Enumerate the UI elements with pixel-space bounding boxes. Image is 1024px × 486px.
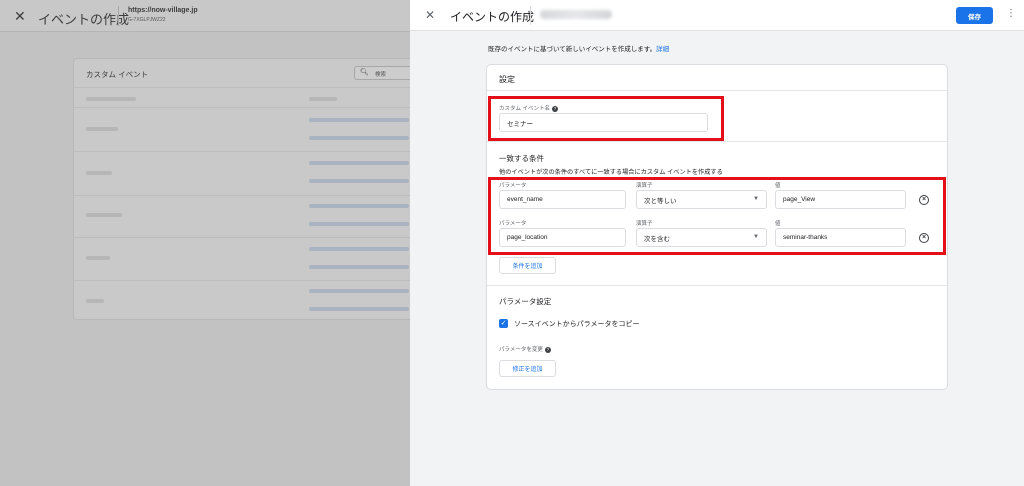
- close-icon[interactable]: ✕: [425, 8, 435, 22]
- placeholder-bar: [86, 299, 104, 303]
- panel-header: ✕ イベントの作成 保存 ⋮: [410, 0, 1024, 31]
- background-header: ✕ イベントの作成 https://now-village.jp G-7XGLP…: [0, 0, 410, 32]
- add-condition-button[interactable]: 条件を追加: [499, 257, 556, 274]
- placeholder-bar: [309, 97, 337, 101]
- header-separator: [530, 6, 531, 25]
- background-page-title: イベントの作成: [38, 12, 130, 27]
- close-icon: ✕: [14, 8, 26, 24]
- intro-text: 既存のイベントに基づいて新しいイベントを作成します。詳細: [488, 43, 669, 53]
- placeholder-link: [309, 247, 409, 251]
- save-button[interactable]: 保存: [956, 7, 993, 24]
- background-search-placeholder: 検索: [375, 72, 387, 78]
- divider: [74, 87, 412, 88]
- divider: [487, 90, 947, 91]
- placeholder-link: [309, 265, 409, 269]
- conditions-title: 一致する条件: [499, 154, 544, 163]
- blurred-property-name: [540, 10, 612, 19]
- header-separator: [118, 6, 119, 26]
- settings-title: 設定: [499, 75, 515, 84]
- highlight-conditions: [488, 177, 946, 255]
- placeholder-link: [309, 161, 409, 165]
- placeholder-bar: [86, 256, 110, 260]
- learn-more-link[interactable]: 詳細: [656, 46, 669, 53]
- divider: [74, 195, 412, 196]
- placeholder-link: [309, 118, 409, 122]
- settings-card: 設定 カスタム イベント名? セミナー 一致する条件 他のイベントが次の条件のす…: [486, 64, 948, 390]
- copy-parameters-checkbox[interactable]: ✓: [499, 319, 508, 328]
- create-event-panel: ✕ イベントの作成 保存 ⋮ 既存のイベントに基づいて新しいイベントを作成します…: [410, 0, 1024, 486]
- divider: [487, 285, 947, 286]
- divider: [74, 237, 412, 238]
- conditions-subtitle: 他のイベントが次の条件のすべてに一致する場合にカスタム イベントを作成する: [499, 169, 723, 176]
- background-card-title: カスタム イベント: [86, 70, 149, 79]
- placeholder-bar: [86, 213, 122, 217]
- placeholder-link: [309, 179, 409, 183]
- placeholder-bar: [86, 127, 118, 131]
- background-site-url: https://now-village.jp: [128, 7, 198, 14]
- background-stream-id: G-7XGLPJWZ22: [128, 17, 166, 23]
- background-custom-events-card: カスタム イベント 🔍︎ 検索: [73, 58, 424, 320]
- add-modification-button[interactable]: 修正を追加: [499, 360, 556, 377]
- panel-title: イベントの作成: [450, 10, 535, 24]
- intro-description: 既存のイベントに基づいて新しいイベントを作成します。: [488, 46, 657, 53]
- more-vert-icon[interactable]: ⋮: [1006, 9, 1016, 19]
- divider: [74, 151, 412, 152]
- divider: [74, 280, 412, 281]
- search-icon: 🔍︎: [360, 69, 369, 76]
- placeholder-bar: [86, 171, 112, 175]
- modify-parameters-label: パラメータを変更?: [499, 345, 551, 353]
- modify-parameters-label-text: パラメータを変更: [499, 347, 543, 353]
- parameter-settings-title: パラメータ設定: [499, 297, 552, 306]
- placeholder-link: [309, 289, 409, 293]
- placeholder-link: [309, 307, 409, 311]
- placeholder-link: [309, 136, 409, 140]
- copy-parameters-label: ソースイベントからパラメータをコピー: [514, 321, 640, 328]
- help-icon[interactable]: ?: [544, 346, 551, 353]
- divider: [487, 141, 947, 142]
- placeholder-link: [309, 204, 409, 208]
- highlight-event-name: [488, 96, 724, 141]
- divider: [74, 107, 412, 108]
- placeholder-link: [309, 222, 409, 226]
- placeholder-bar: [86, 97, 136, 101]
